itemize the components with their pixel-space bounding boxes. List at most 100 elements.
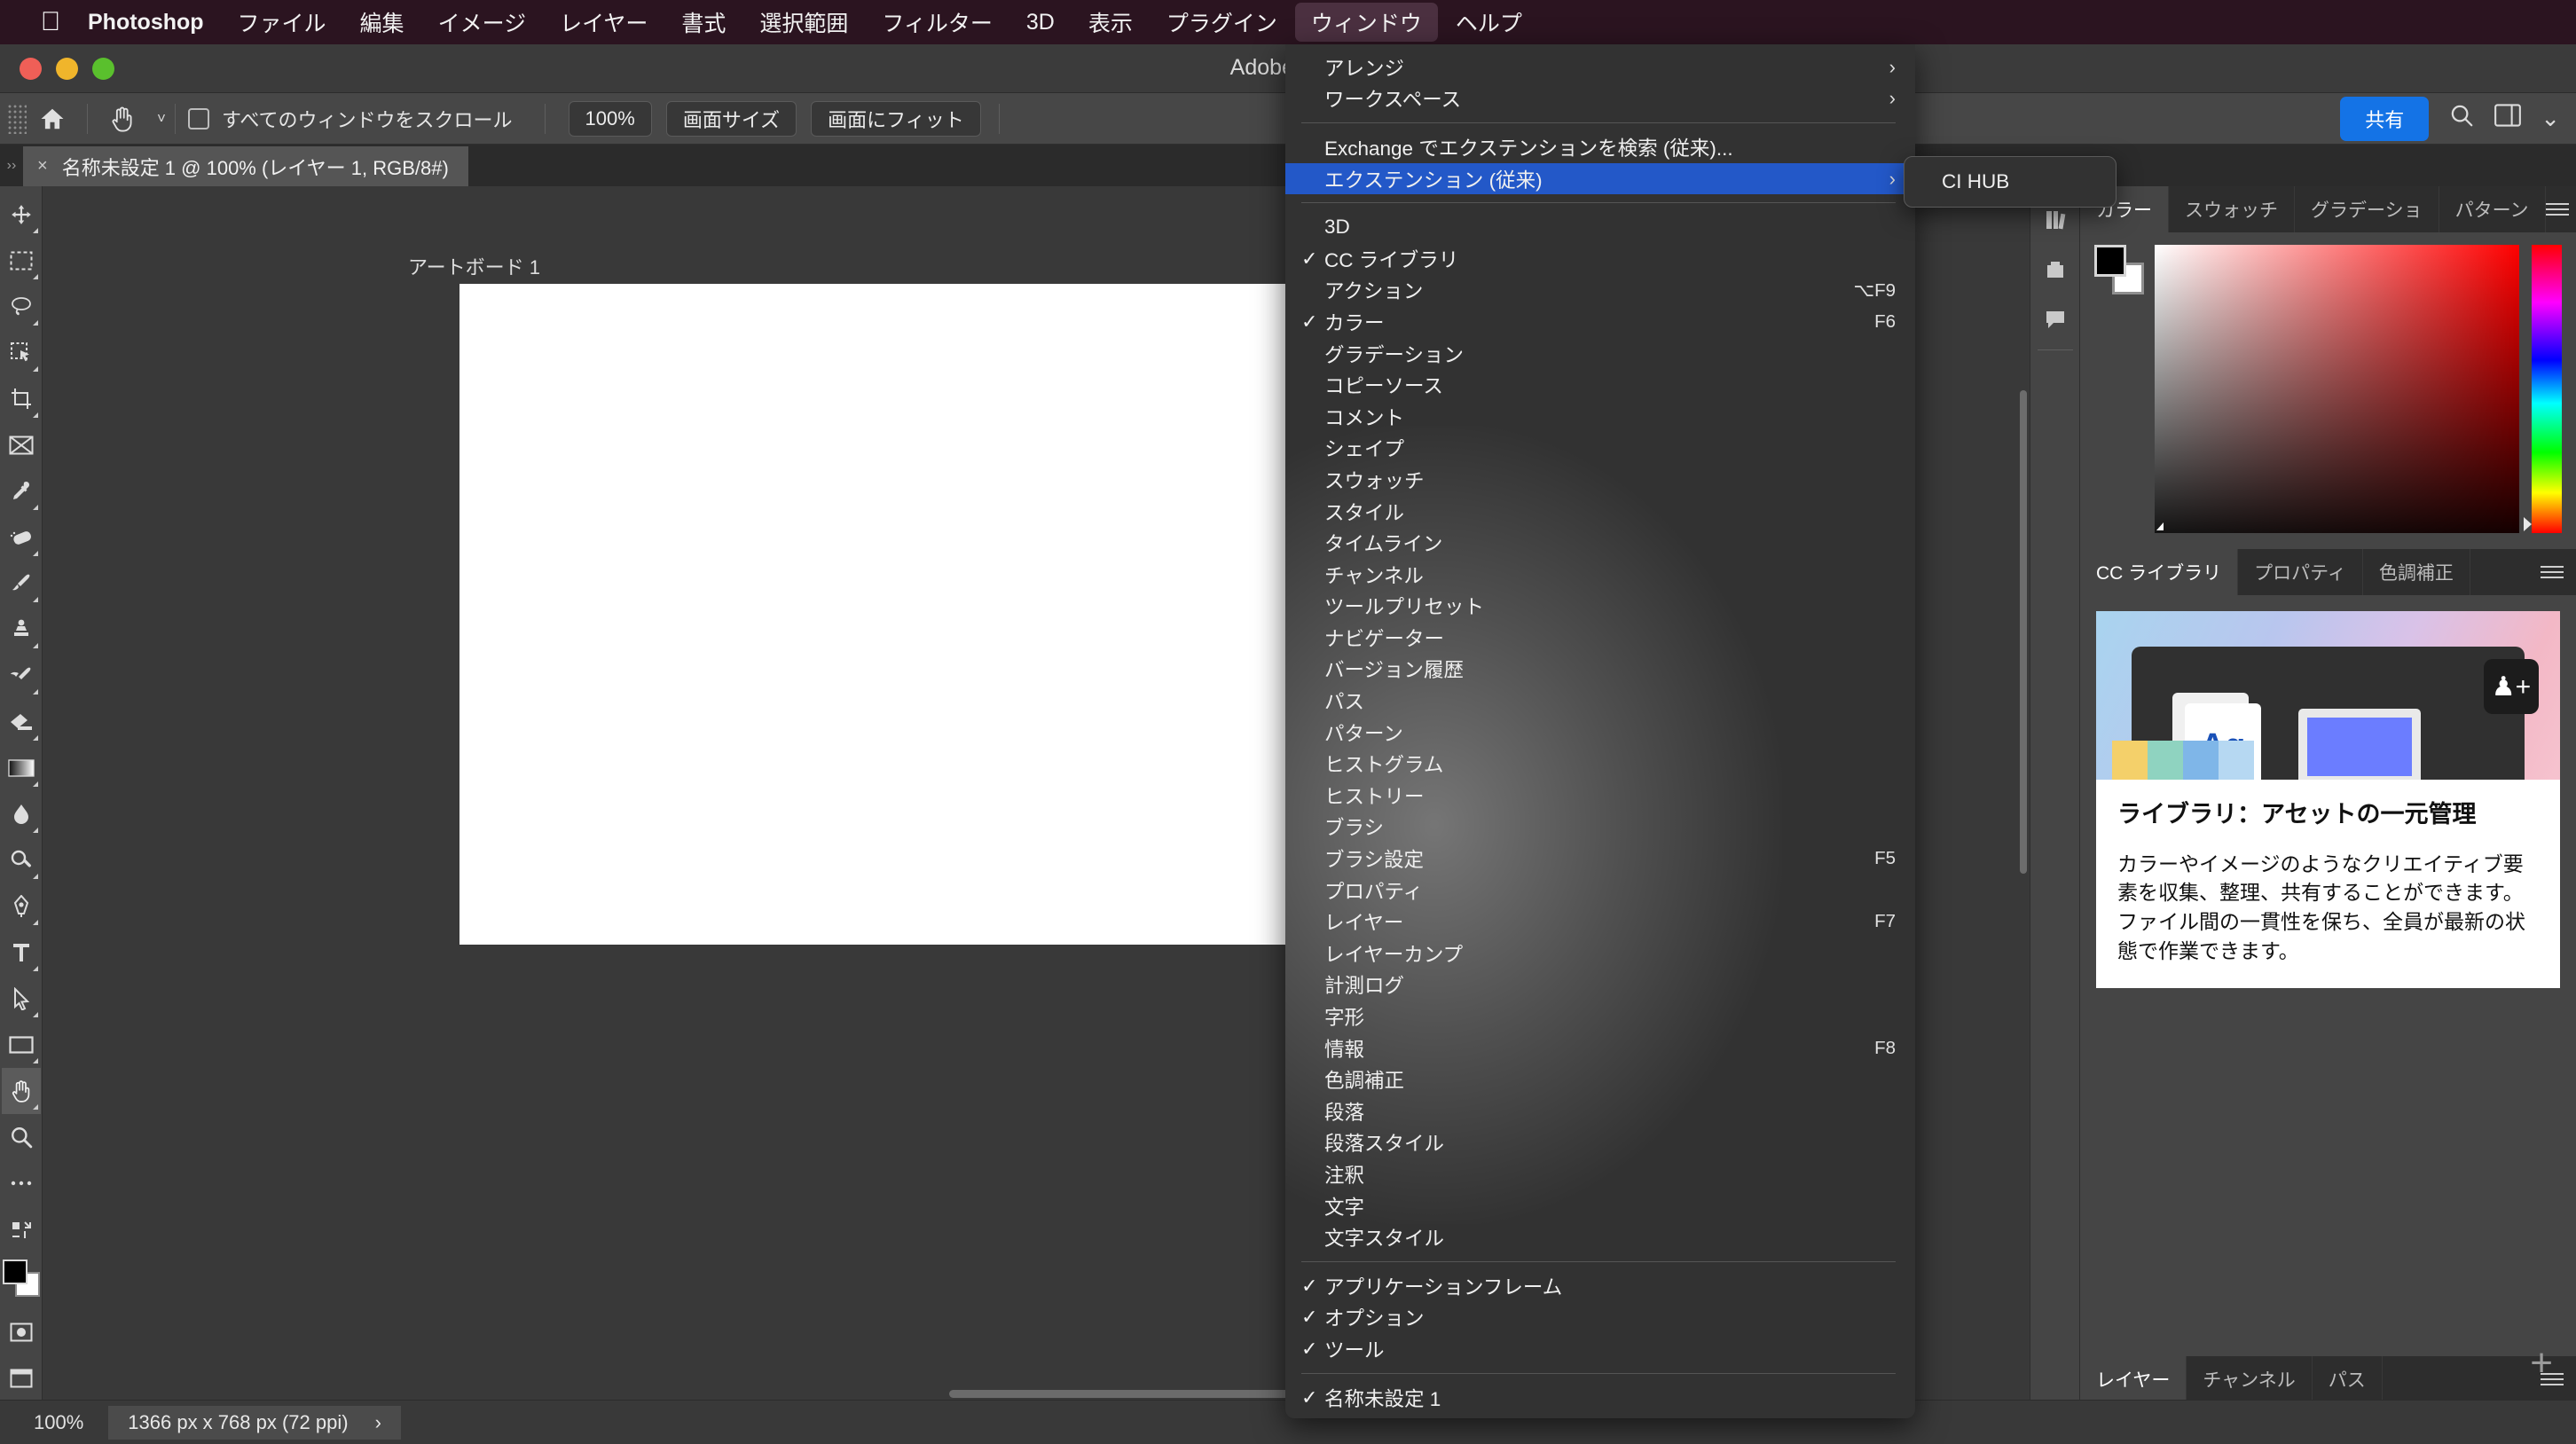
menu-item-39[interactable]: ✓ ツール [1285, 1333, 1915, 1365]
menu-item-28[interactable]: 計測ログ [1285, 969, 1915, 1001]
path-selection-tool[interactable] [2, 976, 41, 1022]
menu-item-10[interactable]: コメント [1285, 401, 1915, 433]
dodge-tool[interactable] [2, 837, 41, 883]
menu-item-31[interactable]: 色調補正 [1285, 1063, 1915, 1095]
edit-toolbar-button[interactable] [2, 1206, 41, 1252]
hamburger-icon[interactable] [2545, 200, 2569, 219]
menu-item-1[interactable]: ワークスペース › [1285, 83, 1915, 115]
library-promo-card[interactable]: Ag ♟+ ライブラリ：アセットの一元管理 カラーやイメージのようなクリエイティ… [2096, 611, 2560, 989]
menu-item-11[interactable]: シェイプ [1285, 433, 1915, 465]
foreground-color-swatch[interactable] [2, 1260, 27, 1284]
macos-menu-12[interactable]: ヘルプ [1440, 3, 1538, 42]
menu-item-36[interactable]: 文字スタイル [1285, 1221, 1915, 1253]
menu-item-21[interactable]: ヒストグラム [1285, 748, 1915, 780]
document-tab[interactable]: × 名称未設定 1 @ 100% (レイヤー 1, RGB/8#) [23, 146, 468, 186]
scroll-thumb[interactable] [2020, 390, 2027, 874]
menu-item-26[interactable]: レイヤー F7 [1285, 906, 1915, 938]
type-tool[interactable] [2, 930, 41, 976]
macos-menu-1[interactable]: ファイル [222, 3, 342, 42]
object-selection-tool[interactable] [2, 330, 41, 376]
hand-tool[interactable] [1, 1068, 41, 1114]
pen-tool[interactable] [2, 883, 41, 930]
history-brush-tool[interactable] [2, 653, 41, 699]
tool-preset-caret-icon[interactable]: ˅ [157, 110, 166, 128]
menu-item-40[interactable]: ✓ 名称未設定 1 [1285, 1382, 1915, 1414]
apple-logo-icon[interactable]:  [30, 9, 71, 35]
blur-tool[interactable] [2, 791, 41, 837]
status-doc-info[interactable]: 1366 px x 768 px (72 ppi) › [108, 1405, 401, 1440]
menu-item-38[interactable]: ✓ オプション [1285, 1302, 1915, 1334]
library-panel-tab-2[interactable]: 色調補正 [2362, 549, 2470, 595]
layers-panel-tab-0[interactable]: レイヤー [2080, 1356, 2187, 1402]
menu-item-30[interactable]: 情報 F8 [1285, 1032, 1915, 1064]
menu-item-34[interactable]: 注釈 [1285, 1158, 1915, 1190]
lasso-tool[interactable] [2, 284, 41, 330]
macos-menu-8[interactable]: 3D [1010, 6, 1071, 39]
chevron-down-icon[interactable]: ⌄ [2541, 105, 2560, 132]
brush-tool[interactable] [2, 561, 41, 607]
macos-menu-0[interactable]: Photoshop [72, 6, 220, 39]
menu-item-6[interactable]: アクション ⌥F9 [1285, 275, 1915, 307]
hue-slider[interactable] [2524, 245, 2562, 533]
color-panel-tab-2[interactable]: グラデーショ [2295, 186, 2439, 232]
crop-tool[interactable] [2, 376, 41, 422]
move-tool[interactable] [2, 192, 41, 238]
frame-tool[interactable] [2, 422, 41, 468]
zoom-tool[interactable] [2, 1114, 41, 1160]
menu-item-22[interactable]: ヒストリー [1285, 780, 1915, 812]
macos-menu-11[interactable]: ウィンドウ [1294, 3, 1438, 42]
library-panel-tab-0[interactable]: CC ライブラリ [2080, 549, 2239, 595]
macos-menu-7[interactable]: フィルター [866, 3, 1009, 42]
menu-item-13[interactable]: スタイル [1285, 496, 1915, 528]
menu-item-0[interactable]: アレンジ › [1285, 51, 1915, 83]
close-tab-icon[interactable]: × [37, 156, 48, 177]
gradient-tool[interactable] [2, 745, 41, 791]
macos-menu-10[interactable]: プラグイン [1151, 3, 1293, 42]
macos-menu-2[interactable]: 編集 [344, 3, 420, 42]
color-field[interactable] [2155, 245, 2519, 533]
menu-item-9[interactable]: コピーソース [1285, 369, 1915, 401]
menu-item-35[interactable]: 文字 [1285, 1190, 1915, 1222]
marquee-tool[interactable] [2, 238, 41, 284]
active-tool-button[interactable] [97, 93, 148, 145]
menu-item-27[interactable]: レイヤーカンプ [1285, 938, 1915, 969]
panel-foreground-color[interactable] [2094, 245, 2126, 277]
screen-mode-button[interactable] [2, 1355, 41, 1401]
macos-menu-6[interactable]: 選択範囲 [743, 3, 864, 42]
menu-item-29[interactable]: 字形 [1285, 1001, 1915, 1032]
menu-item-4[interactable]: 3D [1285, 211, 1915, 243]
rectangle-tool[interactable] [2, 1022, 41, 1068]
status-expand-icon[interactable]: › [375, 1411, 381, 1434]
menu-item-23[interactable]: ブラシ [1285, 812, 1915, 844]
menu-item-12[interactable]: スウォッチ [1285, 464, 1915, 496]
screen-size-button[interactable]: 画面サイズ [665, 100, 797, 137]
menu-item-8[interactable]: グラデーション [1285, 338, 1915, 370]
eyedropper-tool[interactable] [2, 468, 41, 514]
macos-menu-3[interactable]: イメージ [422, 3, 543, 42]
color-panel-tab-3[interactable]: パターン [2439, 186, 2546, 232]
comment-icon[interactable] [2033, 294, 2077, 344]
canvas-vertical-scrollbar[interactable] [2017, 390, 2030, 874]
zoom-100-button[interactable]: 100% [568, 100, 652, 137]
clone-stamp-tool[interactable] [2, 607, 41, 653]
layers-panel-tab-2[interactable]: パス [2312, 1356, 2383, 1402]
fit-screen-button[interactable]: 画面にフィット [811, 100, 981, 137]
quick-mask-button[interactable] [2, 1309, 41, 1355]
status-zoom[interactable]: 100% [9, 1406, 108, 1440]
macos-menu-9[interactable]: 表示 [1072, 3, 1149, 42]
layers-panel-tab-1[interactable]: チャンネル [2187, 1356, 2313, 1402]
menu-item-14[interactable]: タイムライン [1285, 527, 1915, 559]
home-button[interactable] [27, 93, 78, 145]
healing-brush-tool[interactable] [2, 514, 41, 561]
library-panel-tab-1[interactable]: プロパティ [2238, 549, 2363, 595]
menu-item-2[interactable]: Exchange でエクステンションを検索 (従来)... [1285, 131, 1915, 163]
scroll-all-windows-checkbox[interactable]: すべてのウィンドウをスクロール [185, 93, 525, 145]
plus-icon[interactable]: + [2530, 1344, 2553, 1383]
swatch-icon[interactable] [2033, 245, 2077, 294]
menu-item-37[interactable]: ✓ アプリケーションフレーム [1285, 1270, 1915, 1302]
menu-item-7[interactable]: ✓ カラー F6 [1285, 306, 1915, 338]
menu-item-17[interactable]: ナビゲーター [1285, 622, 1915, 654]
menu-item-18[interactable]: バージョン履歴 [1285, 654, 1915, 686]
workspace-icon[interactable] [2494, 104, 2522, 133]
menu-item-32[interactable]: 段落 [1285, 1095, 1915, 1127]
